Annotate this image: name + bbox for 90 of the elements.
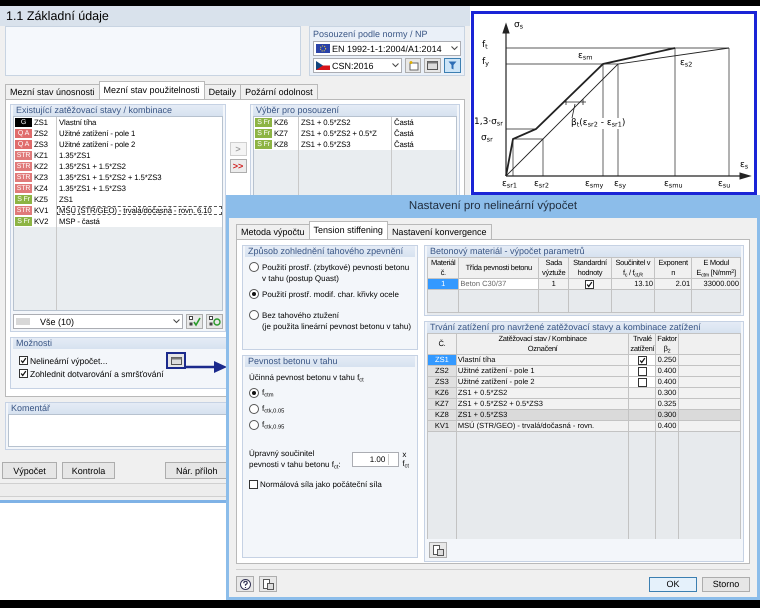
group-heading: Trvání zatížení pro navržené zatěžovací stavy a kombinace zatížení <box>427 322 741 333</box>
diagram-label: σ$_{sr}$ <box>481 133 493 144</box>
unit-label: x f$_{ct}$ <box>402 450 410 468</box>
diagram-label: ε$_{sr1}$ <box>502 179 518 190</box>
diagram-label: ε$_{smy}$ <box>585 179 604 190</box>
group-heading: Způsob zohlednění tahového zpevnění <box>245 246 415 257</box>
edit-button[interactable] <box>424 58 442 73</box>
diagram-label: ε$_{sr2}$ <box>534 179 550 190</box>
tab[interactable]: Detaily <box>204 84 242 99</box>
help-button[interactable] <box>236 576 254 592</box>
diagram-label: β$_{t}$(ε$_{sr2}$ - ε$_{sr1}$) <box>571 118 626 129</box>
diagram-label: f$_{y}$ <box>482 57 490 68</box>
invert-selection-button[interactable] <box>206 314 223 329</box>
diagram-label: f$_{t}$ <box>482 40 488 51</box>
checkbox-label: Nelineární výpočet... <box>30 356 108 366</box>
window-title: 1.1 Základní údaje <box>0 6 470 26</box>
standard-dropdown[interactable]: EN 1992-1-1:2004/A1:2014 <box>313 41 461 56</box>
radio-button[interactable] <box>249 310 259 320</box>
tab[interactable]: Tension stiffening <box>308 221 388 239</box>
tab[interactable]: Mezní stav použitelnosti <box>98 81 205 99</box>
new-button[interactable] <box>404 58 422 73</box>
radio-label: Použití prostř. (zbytkové) pevnosti betonu v tahu (postup Quast) <box>262 262 410 284</box>
diagram-label: ε$_{su}$ <box>718 179 730 190</box>
group-heading: Existující zatěžovací stavy / kombinace <box>13 105 223 116</box>
action-button[interactable]: Kontrola <box>62 462 115 479</box>
checkbox[interactable] <box>638 378 647 387</box>
filter-button[interactable] <box>444 58 461 73</box>
dialog-button[interactable]: OK <box>649 576 697 592</box>
radio-note: (je použita lineární pevnost betonu v tahu) <box>262 321 411 332</box>
radio-label: Bez tahového ztužení <box>262 310 340 321</box>
radio-label: f$_{ctk,0.95}$ <box>262 420 284 429</box>
flag-icon <box>316 44 330 53</box>
dialog-title: Nastavení pro nelineární výpočet <box>226 195 760 218</box>
radio-button[interactable] <box>249 289 259 299</box>
checklist-icon <box>208 316 220 327</box>
export-button[interactable] <box>429 542 447 558</box>
window-icon <box>427 61 438 70</box>
tab[interactable]: Metoda výpočtu <box>236 224 310 239</box>
export-icon <box>262 578 274 590</box>
checkbox[interactable] <box>638 366 647 376</box>
export-icon <box>432 544 444 556</box>
tab[interactable]: Požární odolnost <box>240 84 318 99</box>
new-document-icon <box>408 60 419 71</box>
chevron-down-icon <box>451 46 458 51</box>
action-button[interactable]: Výpočet <box>2 462 57 479</box>
checkbox-label: Zohlednit dotvarování a smršťování <box>30 368 164 378</box>
select-all-button[interactable] <box>186 314 203 329</box>
checklist-icon <box>188 316 200 327</box>
checkbox-label: Normálová síla jako počáteční síla <box>260 480 382 489</box>
move-button[interactable]: >> <box>230 159 246 173</box>
window-icon <box>170 356 182 364</box>
radio-button[interactable] <box>249 262 259 272</box>
diagram-label: ε$_{s}$ <box>740 160 748 171</box>
diagram-label: ε$_{sy}$ <box>614 179 626 190</box>
flag-icon <box>316 61 330 70</box>
radio-button[interactable] <box>249 404 259 414</box>
radio-button[interactable] <box>249 388 259 398</box>
pointer-arrow <box>184 361 227 373</box>
settings-button[interactable] <box>166 352 186 369</box>
diagram-label: ε$_{s2}$ <box>680 58 692 69</box>
diagram-label: ε$_{smu}$ <box>664 179 683 190</box>
diagram-label: σ$_{s}$ <box>514 20 524 31</box>
annex-dropdown[interactable]: CSN:2016 <box>313 58 402 73</box>
help-icon <box>240 578 250 590</box>
dialog-button[interactable]: Storno <box>702 576 750 592</box>
field-label: Účinná pevnost betonu v tahu f$_{ct}$ <box>248 372 365 382</box>
checkbox[interactable] <box>585 280 594 289</box>
tab[interactable]: Nastavení konvergence <box>386 224 492 239</box>
chevron-down-icon <box>392 63 399 68</box>
radio-button[interactable] <box>249 420 259 430</box>
group-heading: Pevnost betonu v tahu <box>245 356 415 367</box>
checkbox[interactable] <box>638 356 647 365</box>
checkbox[interactable] <box>19 356 28 365</box>
tab[interactable]: Mezní stav únosnosti <box>5 84 100 99</box>
factor-spinbox[interactable]: 1.00 <box>352 452 400 466</box>
checkbox[interactable] <box>19 369 28 378</box>
filter-icon <box>448 61 458 70</box>
chevron-down-icon <box>173 319 180 324</box>
group-heading: Betonový materiál - výpočet parametrů <box>427 246 741 257</box>
diagram-label: ε$_{sm}$ <box>578 51 593 62</box>
field-label: Úpravný součinitel pevnosti v tahu betonu f$_{ct}$: <box>249 448 342 470</box>
export-button[interactable] <box>259 576 277 592</box>
group-heading: Výběr pro posouzení <box>253 105 457 116</box>
radio-label: Použití prostř. modif. char. křivky ocele <box>262 289 399 300</box>
filter-dropdown[interactable]: Vše (10) <box>13 314 183 329</box>
diagram-label: 1,3·σ$_{sr}$ <box>474 117 503 128</box>
radio-label: f$_{ctk,0.05}$ <box>262 404 284 413</box>
group-heading: Posouzení podle normy / NP <box>313 29 429 39</box>
checkbox[interactable] <box>249 480 258 489</box>
radio-label: f$_{ctm}$ <box>262 388 274 397</box>
